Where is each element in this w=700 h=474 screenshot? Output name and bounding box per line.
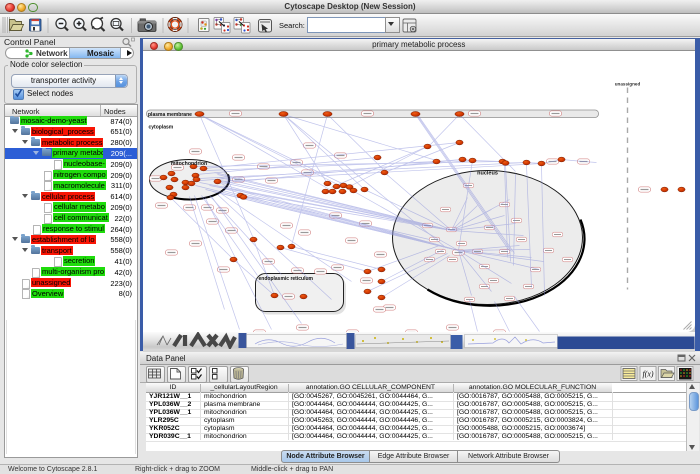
svg-text:unassigned: unassigned (615, 82, 641, 87)
svg-text:nucleus: nucleus (477, 171, 498, 177)
svg-text:endoplasmic reticulum: endoplasmic reticulum (259, 276, 314, 282)
svg-text:plasma membrane: plasma membrane (148, 112, 192, 118)
svg-text:cytoplasm: cytoplasm (149, 125, 174, 131)
svg-text:mitochondrion: mitochondrion (171, 161, 207, 167)
svg-text:f(x): f(x) (642, 370, 653, 379)
